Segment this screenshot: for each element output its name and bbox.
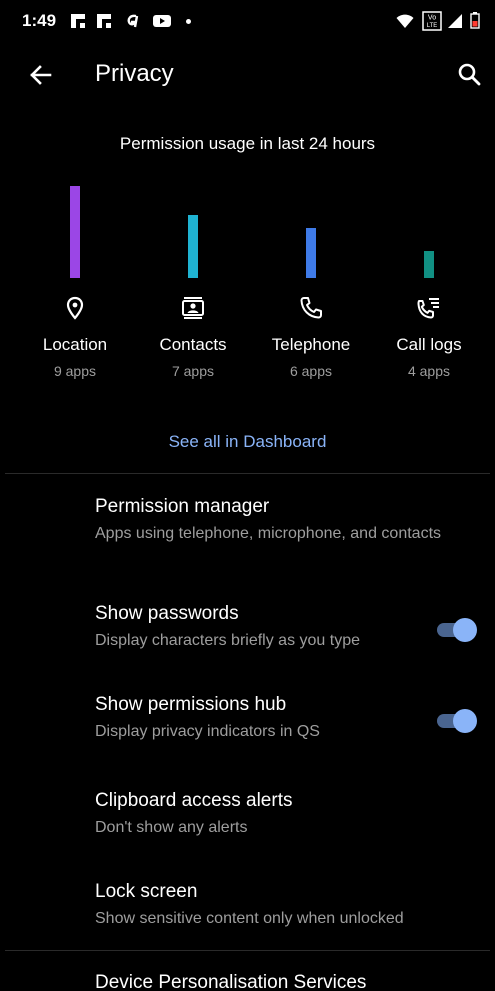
show-permissions-hub-toggle[interactable] xyxy=(435,708,477,734)
usage-item-contacts[interactable]: Contacts 7 apps xyxy=(138,170,248,379)
usage-label-telephone: Telephone xyxy=(271,335,351,354)
volte-lte-text: LTE xyxy=(427,23,438,29)
privacy-screen: 1:49 Vo LTE Privacy Permission usage in … xyxy=(0,0,495,991)
usage-label-contacts: Contacts xyxy=(159,335,227,354)
item-title: Show permissions hub xyxy=(95,694,287,715)
item-title: Permission manager xyxy=(95,496,270,517)
call-log-icon xyxy=(417,298,439,319)
contacts-icon xyxy=(182,297,204,319)
status-bar: 1:49 Vo LTE xyxy=(0,0,495,44)
volte-vo-text: Vo xyxy=(428,15,436,22)
usage-bar-call-logs xyxy=(424,251,434,278)
usage-count-location: 9 apps xyxy=(53,363,97,379)
usage-item-telephone[interactable]: Telephone 6 apps xyxy=(256,170,366,379)
show-permissions-hub-item[interactable]: Show permissions hub Display privacy ind… xyxy=(95,694,425,743)
see-all-dashboard-link[interactable]: See all in Dashboard xyxy=(0,432,495,452)
flipboard-icon xyxy=(97,14,111,28)
usage-bar-telephone xyxy=(306,228,316,278)
item-title: Show passwords xyxy=(95,603,239,624)
usage-count-telephone: 6 apps xyxy=(289,363,333,379)
permission-manager-item[interactable]: Permission manager Apps using telephone,… xyxy=(95,496,475,545)
lock-screen-item[interactable]: Lock screen Show sensitive content only … xyxy=(95,881,475,930)
usage-count-contacts: 7 apps xyxy=(171,363,215,379)
battery-icon xyxy=(470,12,480,29)
item-title: Lock screen xyxy=(95,881,198,902)
location-pin-icon xyxy=(66,296,84,320)
page-title: Privacy xyxy=(95,60,174,87)
clipboard-access-alerts-item[interactable]: Clipboard access alerts Don't show any a… xyxy=(95,790,475,839)
usage-label-call-logs: Call logs xyxy=(396,335,462,354)
search-icon[interactable] xyxy=(455,60,485,90)
usage-label-location: Location xyxy=(42,335,108,354)
usage-item-location[interactable]: Location 9 apps xyxy=(20,170,130,379)
usage-bar-location xyxy=(70,186,80,278)
item-subtitle: Display characters briefly as you type xyxy=(95,632,360,649)
wifi-icon xyxy=(396,14,414,28)
show-passwords-item[interactable]: Show passwords Display characters briefl… xyxy=(95,603,425,652)
usage-bar-contacts xyxy=(188,215,198,278)
show-passwords-toggle[interactable] xyxy=(435,617,477,643)
item-subtitle: Apps using telephone, microphone, and co… xyxy=(95,525,442,542)
permission-usage-chart: Location 9 apps Contacts 7 apps Telephon… xyxy=(0,170,495,410)
item-subtitle: Display privacy indicators in QS xyxy=(95,723,320,740)
usage-item-call-logs[interactable]: Call logs 4 apps xyxy=(374,170,484,379)
permission-usage-title: Permission usage in last 24 hours xyxy=(119,134,376,153)
volte-icon: Vo LTE xyxy=(422,11,442,31)
divider xyxy=(5,473,490,474)
status-time: 1:49 xyxy=(22,11,57,30)
item-subtitle: Don't show any alerts xyxy=(95,819,248,836)
dot-icon xyxy=(186,19,191,24)
arrow-back-icon[interactable] xyxy=(26,60,56,90)
item-subtitle: Show sensitive content only when unlocke… xyxy=(95,910,404,927)
item-title: Clipboard access alerts xyxy=(95,790,293,811)
phone-icon xyxy=(300,297,322,319)
gpay-icon xyxy=(127,14,139,28)
signal-icon xyxy=(448,14,462,28)
flipboard-icon xyxy=(71,14,85,28)
toggle-thumb xyxy=(453,709,477,733)
youtube-icon xyxy=(153,15,171,27)
usage-count-call-logs: 4 apps xyxy=(407,363,451,379)
toggle-thumb xyxy=(453,618,477,642)
app-bar: Privacy xyxy=(0,46,495,104)
divider xyxy=(5,950,490,951)
device-personalisation-services-item[interactable]: Device Personalisation Services xyxy=(95,972,366,991)
